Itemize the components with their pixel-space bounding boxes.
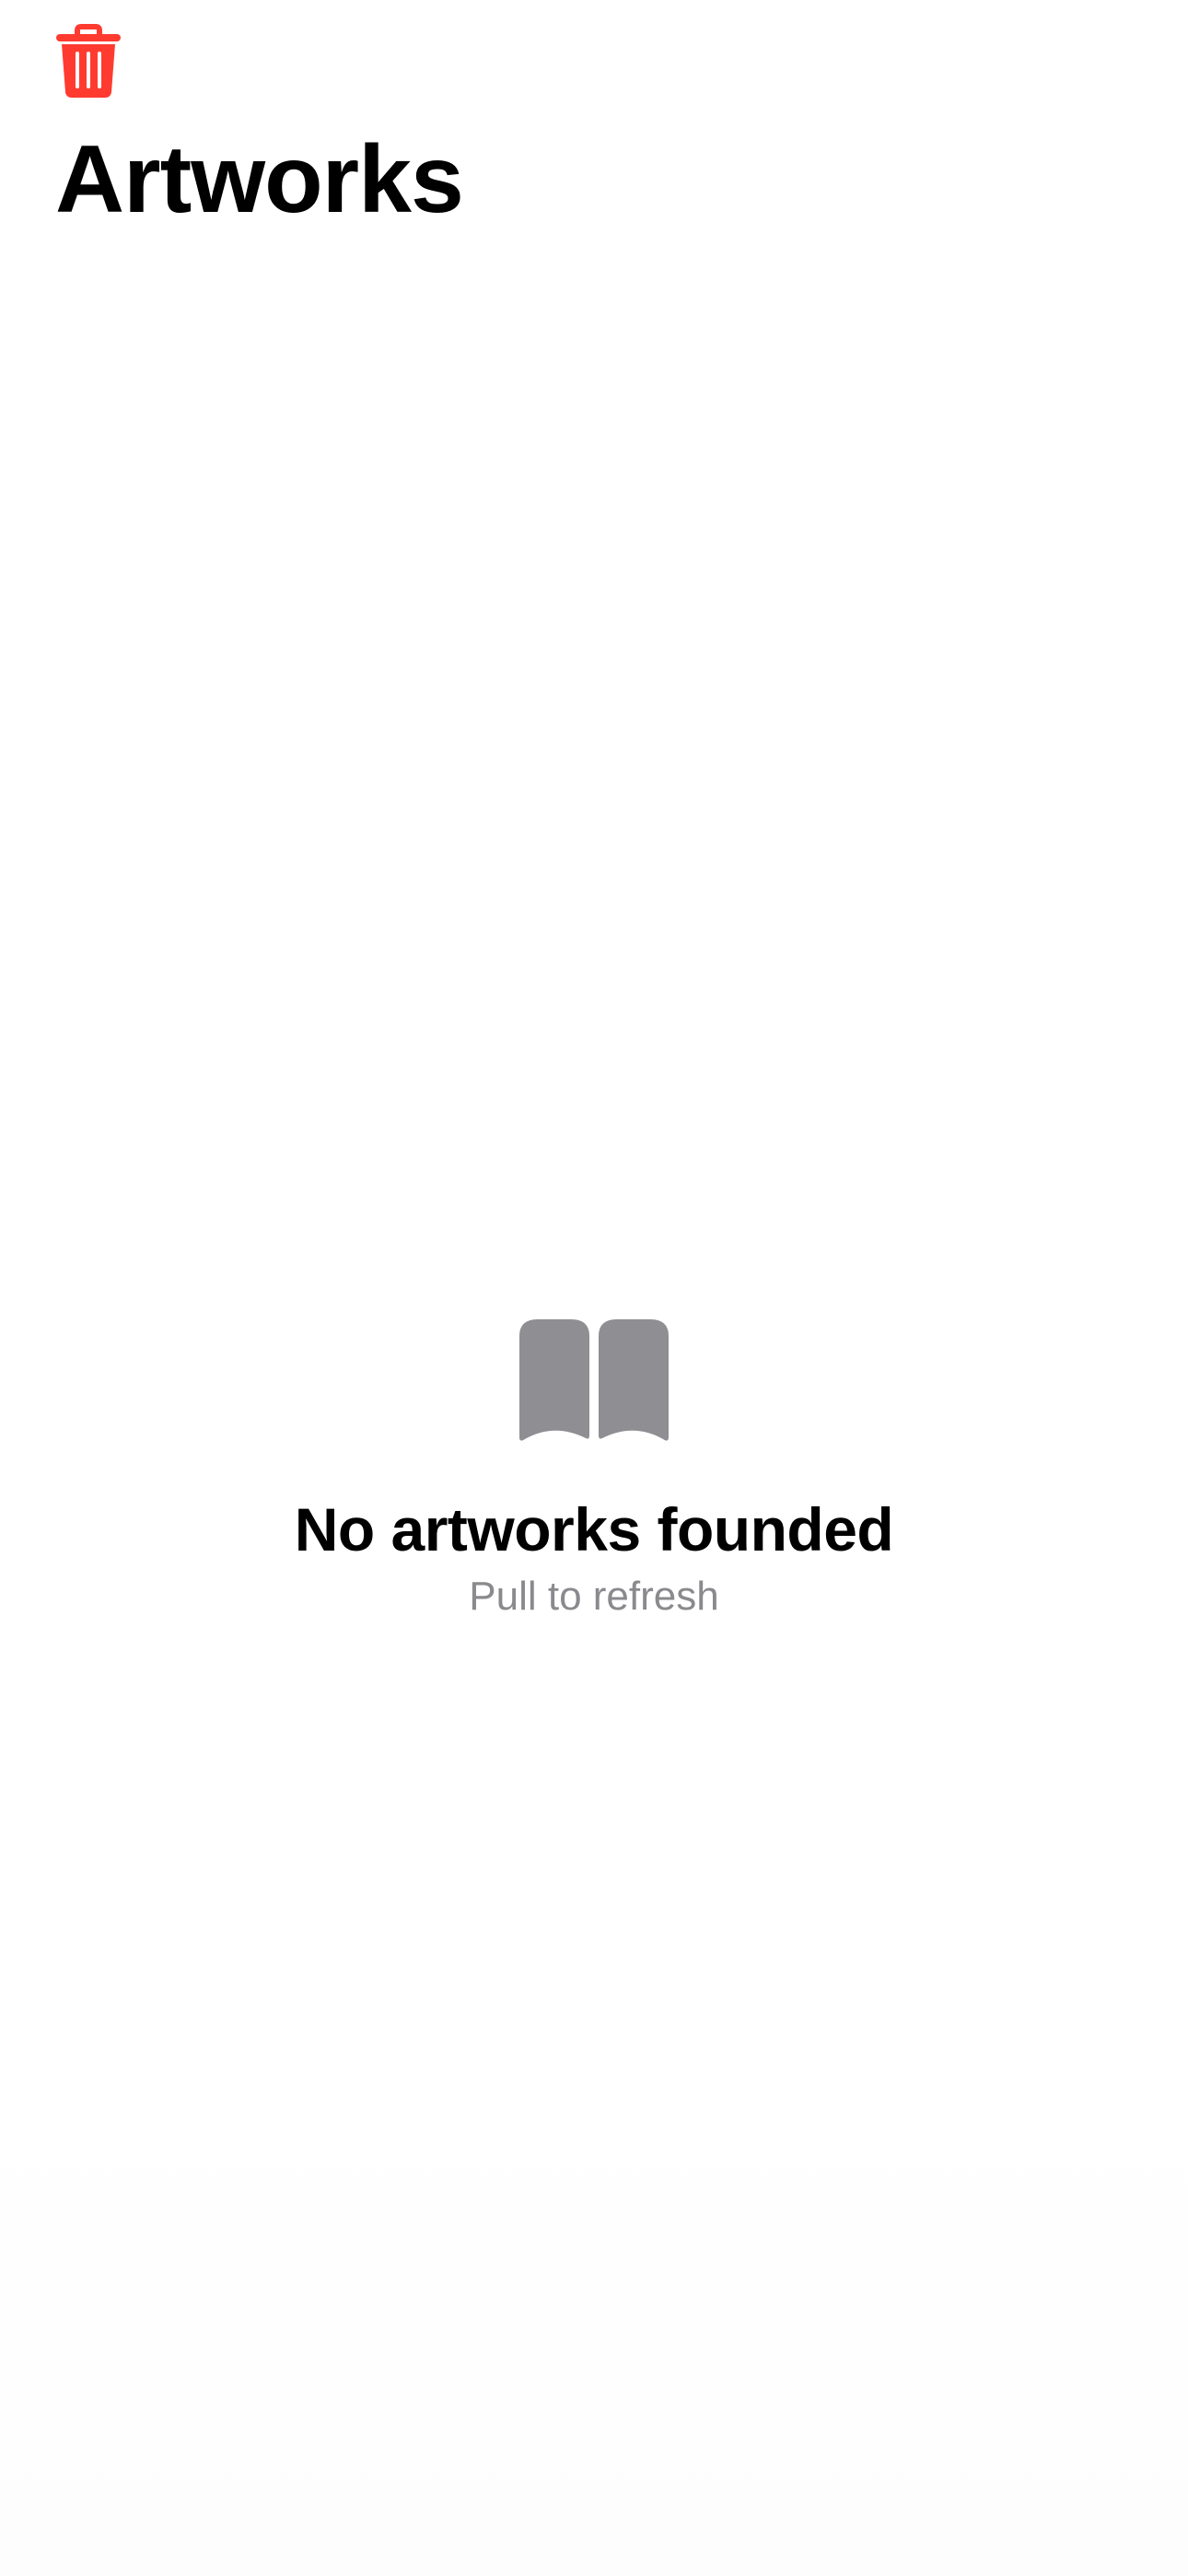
book-icon	[519, 1319, 669, 1441]
trash-icon	[56, 24, 121, 98]
empty-state-title: No artworks founded	[294, 1495, 894, 1563]
page-title: Artworks	[55, 126, 464, 233]
artworks-screen[interactable]: Artworks No artworks founded Pull to ref…	[0, 0, 1188, 2576]
empty-state: No artworks founded Pull to refresh	[0, 1317, 1188, 1621]
delete-button[interactable]	[53, 24, 123, 100]
empty-state-subtitle: Pull to refresh	[469, 1573, 719, 1619]
